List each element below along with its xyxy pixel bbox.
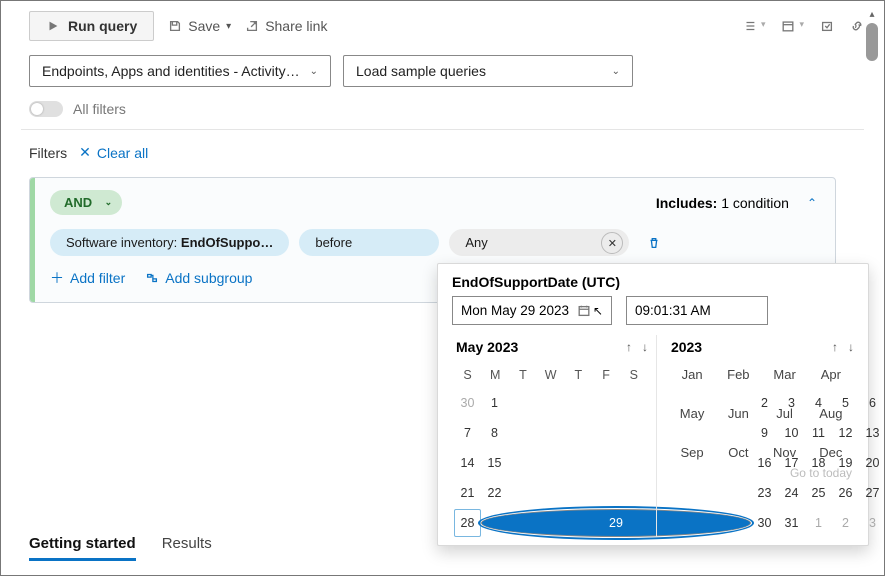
divider (656, 335, 657, 537)
calendar-icon[interactable] (577, 304, 591, 318)
month-cell[interactable]: Sep (669, 445, 715, 460)
year-label[interactable]: 2023 (671, 339, 702, 355)
calendar-day[interactable]: 6 (859, 389, 885, 417)
clear-value-icon[interactable]: ✕ (601, 232, 623, 254)
chevron-down-icon: ▾ (226, 21, 231, 32)
export-icon[interactable] (820, 19, 834, 33)
chevron-down-icon: ⌄ (105, 197, 113, 208)
next-month-button[interactable]: ↓ (642, 340, 648, 354)
month-cell[interactable]: Jun (715, 406, 761, 421)
dow-label: S (454, 361, 481, 389)
month-cell[interactable]: Mar (761, 367, 807, 382)
calendar-day[interactable]: 15 (481, 449, 508, 477)
calendar-day[interactable]: 30 (454, 389, 481, 417)
chevron-down-icon[interactable]: ▾ (799, 19, 804, 33)
month-cell[interactable]: Jul (761, 406, 807, 421)
share-label: Share link (265, 18, 327, 34)
dow-label: W (537, 361, 564, 389)
month-calendar: May 2023 ↑ ↓ SMTWTFS 3012345678910111213… (452, 335, 650, 537)
calendar-icon[interactable] (781, 19, 795, 33)
save-label: Save (188, 18, 220, 34)
filter-value-pill[interactable]: Any ✕ (449, 229, 629, 256)
add-filter-button[interactable]: ＋ Add filter (50, 268, 125, 288)
plus-icon: ＋ (50, 268, 64, 288)
popover-title: EndOfSupportDate (UTC) (452, 274, 856, 290)
calendar-day[interactable]: 20 (859, 449, 885, 477)
calendar-day[interactable]: 28 (454, 509, 481, 537)
date-input[interactable]: Mon May 29 2023 ↖ (452, 296, 612, 325)
calendar-day[interactable]: 7 (454, 419, 481, 447)
dow-label: M (482, 361, 509, 389)
time-input[interactable]: 09:01:31 AM (626, 296, 768, 325)
all-filters-toggle[interactable] (29, 101, 63, 117)
month-cell[interactable]: Apr (808, 367, 854, 382)
dow-label: F (593, 361, 620, 389)
play-icon (46, 19, 60, 33)
month-cell[interactable]: May (669, 406, 715, 421)
go-to-today-button[interactable]: Go to today (667, 460, 856, 480)
month-cell[interactable]: Aug (808, 406, 854, 421)
month-label[interactable]: May 2023 (456, 339, 518, 355)
clear-all-label: Clear all (97, 145, 148, 161)
tab-results[interactable]: Results (162, 535, 212, 561)
month-cell[interactable]: Feb (715, 367, 761, 382)
scroll-up-icon[interactable]: ▴ (864, 7, 880, 21)
collapse-group-button[interactable]: ⌃ (807, 196, 817, 210)
chevron-down-icon[interactable]: ▾ (761, 19, 766, 33)
next-year-button[interactable]: ↓ (848, 340, 854, 354)
save-button[interactable]: Save ▾ (168, 18, 231, 34)
run-query-button[interactable]: Run query (29, 11, 154, 41)
filter-operator-pill[interactable]: before (299, 229, 439, 256)
chevron-down-icon: ⌄ (612, 66, 620, 77)
month-cell[interactable]: Dec (808, 445, 854, 460)
date-picker-popover: EndOfSupportDate (UTC) Mon May 29 2023 ↖… (437, 263, 869, 546)
dow-label: S (620, 361, 647, 389)
sample-label: Load sample queries (356, 63, 486, 79)
dow-label: T (565, 361, 592, 389)
share-icon (245, 19, 259, 33)
dow-label: T (509, 361, 536, 389)
clear-all-button[interactable]: ✕ Clear all (79, 144, 148, 161)
prev-year-button[interactable]: ↑ (832, 340, 838, 354)
chevron-down-icon: ⌄ (310, 66, 318, 77)
tab-getting-started[interactable]: Getting started (29, 535, 136, 561)
run-query-label: Run query (68, 18, 137, 34)
cursor-icon: ↖ (593, 304, 603, 318)
list-icon[interactable] (743, 19, 757, 33)
month-cell[interactable]: Oct (715, 445, 761, 460)
close-icon: ✕ (79, 144, 91, 161)
month-cell[interactable]: Jan (669, 367, 715, 382)
filters-heading: Filters (29, 145, 67, 161)
includes-summary: Includes: 1 condition (656, 195, 789, 211)
scope-selector[interactable]: Endpoints, Apps and identities - Activit… (29, 55, 331, 87)
save-icon (168, 19, 182, 33)
share-link-button[interactable]: Share link (245, 18, 327, 34)
subgroup-icon (145, 271, 159, 285)
trash-icon[interactable] (647, 236, 661, 250)
month-cell[interactable]: Nov (761, 445, 807, 460)
calendar-day[interactable]: 13 (859, 419, 885, 447)
scroll-thumb[interactable] (866, 23, 878, 61)
prev-month-button[interactable]: ↑ (626, 340, 632, 354)
calendar-day[interactable]: 8 (481, 419, 508, 447)
scope-label: Endpoints, Apps and identities - Activit… (42, 63, 300, 79)
calendar-day[interactable]: 27 (859, 479, 885, 507)
calendar-day[interactable]: 3 (859, 509, 885, 537)
add-subgroup-button[interactable]: Add subgroup (145, 268, 252, 288)
all-filters-label: All filters (73, 101, 126, 117)
calendar-day[interactable]: 14 (454, 449, 481, 477)
link-icon[interactable] (850, 19, 864, 33)
filter-field-pill[interactable]: Software inventory: EndOfSuppo… (50, 229, 289, 256)
calendar-day[interactable]: 22 (481, 479, 508, 507)
sample-queries-selector[interactable]: Load sample queries ⌄ (343, 55, 633, 87)
year-calendar: 2023 ↑ ↓ JanFebMarApr MayJunJulAug SepOctN… (667, 335, 856, 537)
calendar-day[interactable]: 21 (454, 479, 481, 507)
logic-operator-selector[interactable]: AND ⌄ (50, 190, 122, 215)
logic-label: AND (64, 195, 92, 210)
calendar-day[interactable]: 1 (481, 389, 508, 417)
